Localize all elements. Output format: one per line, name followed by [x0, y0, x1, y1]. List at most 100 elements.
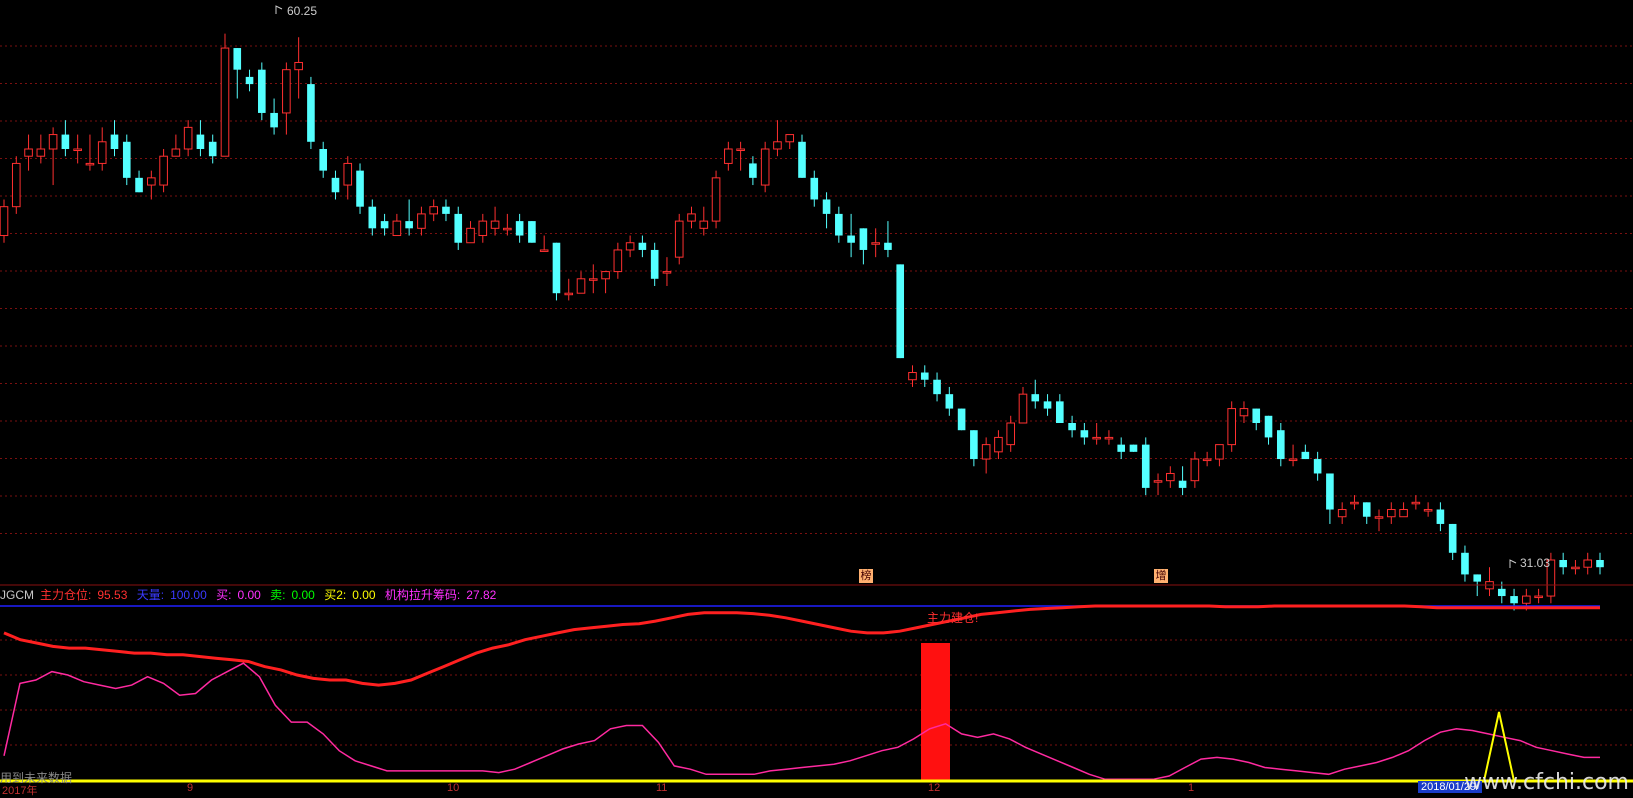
candle-body	[871, 242, 880, 245]
sell-label: 卖:	[270, 588, 286, 602]
buy2-value: 0.00	[352, 588, 376, 602]
candle-body	[454, 213, 463, 243]
min-price-label: 31.03	[1520, 556, 1551, 570]
candle-body	[1326, 473, 1334, 510]
candle-body	[307, 84, 315, 142]
candle-body	[1129, 444, 1138, 452]
candle-body	[515, 221, 524, 236]
candle-body	[945, 394, 954, 409]
candle-body	[245, 76, 254, 85]
candle-body	[613, 249, 623, 273]
candle-body	[981, 444, 991, 460]
candle-body	[1522, 595, 1531, 604]
buy-value: 0.00	[237, 588, 261, 602]
candlestick-series	[0, 33, 1604, 611]
candle-body	[147, 177, 156, 186]
candle-body	[835, 213, 843, 236]
candle-body	[724, 148, 733, 164]
watermark: www.cfchi.com	[1464, 770, 1629, 795]
candle-body	[233, 48, 242, 70]
candle-body	[957, 408, 966, 431]
zhuli-jiancang-annotation: 主力建仓!	[927, 611, 979, 625]
candle-body	[1337, 509, 1347, 518]
date-tick-2017: 2017年	[2, 785, 38, 797]
candle-body	[11, 162, 21, 208]
candle-body	[1018, 393, 1028, 424]
candle-body	[503, 227, 512, 231]
candle-body	[822, 199, 831, 214]
candle-body	[576, 278, 586, 294]
tiandi-label: 天量:	[136, 588, 165, 602]
candle-body	[1411, 501, 1421, 505]
candle-body	[1056, 401, 1064, 423]
candle-body	[859, 228, 868, 250]
candle-body	[135, 177, 143, 193]
candle-body	[1006, 422, 1016, 446]
candle-body	[601, 271, 610, 280]
candle-body	[392, 220, 402, 237]
zhuli-value: 95.53	[97, 588, 128, 602]
candle-body	[1252, 408, 1261, 423]
indicator-header: JGCM 主力仓位: 95.53 天量: 100.00 买: 0.00 卖: 0.00 买…	[0, 587, 502, 603]
date-tick-9: 9	[187, 782, 194, 794]
candle-body	[1031, 394, 1040, 402]
candle-body	[933, 379, 941, 395]
candle-body	[1571, 566, 1580, 570]
candle-body	[1399, 509, 1408, 518]
candle-body	[159, 155, 168, 186]
max-marker-icon	[275, 5, 283, 14]
date-tick-12: 12	[928, 782, 941, 794]
candle-body	[588, 278, 598, 281]
candle-body	[356, 170, 364, 207]
candle-body	[24, 148, 33, 157]
price-grid	[0, 45, 1633, 534]
candle-body	[1239, 408, 1249, 417]
candle-body	[1596, 560, 1604, 568]
candle-body	[85, 162, 95, 166]
candle-body	[1276, 430, 1285, 460]
event-tag-zeng[interactable]: 增	[1154, 569, 1168, 583]
candle-body	[442, 206, 450, 214]
candle-body	[539, 249, 549, 252]
candle-body	[1288, 458, 1298, 462]
candle-body	[73, 148, 82, 151]
max-price-label: 60.25	[287, 4, 318, 18]
candle-body	[1350, 501, 1359, 505]
candle-body	[417, 213, 426, 229]
candle-body	[36, 148, 46, 157]
candle-body	[1153, 480, 1163, 483]
stock-chart[interactable]	[0, 0, 1633, 795]
candle-body	[1583, 559, 1593, 568]
candle-body	[258, 69, 266, 113]
candle-body	[711, 177, 721, 222]
candle-body	[1448, 523, 1457, 553]
min-marker-icon	[1509, 559, 1517, 568]
candle-body	[1461, 552, 1469, 575]
candle-body	[810, 177, 819, 200]
candle-body	[1104, 436, 1114, 440]
candle-body	[699, 220, 709, 229]
candle-body	[1080, 430, 1089, 438]
candle-body	[625, 242, 635, 251]
candle-body	[183, 126, 193, 150]
candle-body	[1386, 509, 1396, 518]
candle-body	[847, 235, 855, 243]
zhuli-jiancang-bar	[921, 643, 950, 781]
candle-body	[429, 206, 438, 215]
candle-body	[196, 134, 205, 149]
candle-body	[282, 69, 291, 114]
candle-body	[798, 141, 806, 178]
candle-body	[1043, 401, 1052, 409]
event-tag-bang[interactable]: 榜	[859, 569, 873, 583]
candle-body	[1534, 595, 1543, 599]
indicator-grid	[0, 639, 1633, 746]
candle-body	[1166, 472, 1175, 482]
candle-body	[552, 242, 561, 294]
candle-body	[270, 112, 278, 128]
candle-body	[1190, 458, 1200, 482]
candle-body	[662, 271, 672, 274]
candle-body	[1068, 423, 1076, 431]
candle-body	[1301, 451, 1310, 460]
candle-body	[294, 61, 303, 71]
candle-body	[1264, 415, 1273, 438]
